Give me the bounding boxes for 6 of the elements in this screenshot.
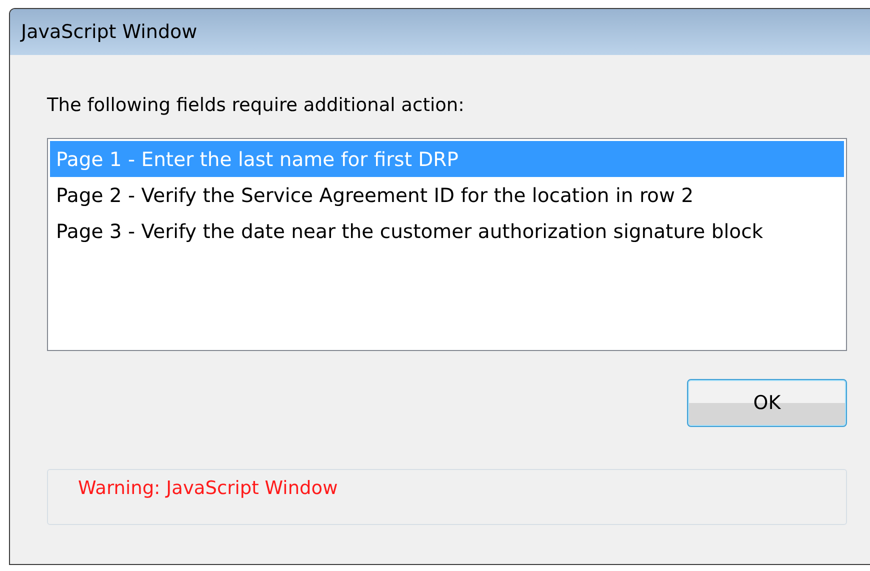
list-item[interactable]: Page 2 - Verify the Service Agreement ID for the location in row 2 xyxy=(50,177,844,213)
message-text: The following fields require additional action: xyxy=(47,95,466,116)
warning-text: Warning: JavaScript Window xyxy=(78,478,338,499)
list-item[interactable]: Page 3 - Verify the date near the customer authorization signature block xyxy=(50,213,844,249)
window-title: JavaScript Window xyxy=(21,21,198,43)
ok-button[interactable]: OK xyxy=(687,379,847,427)
